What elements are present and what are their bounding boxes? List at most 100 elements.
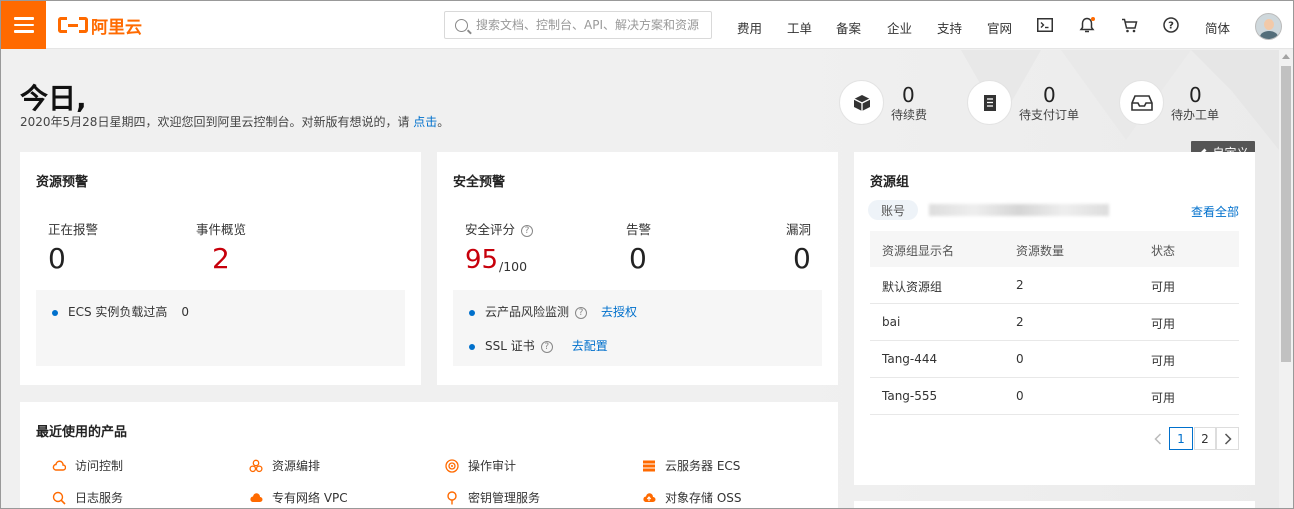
stat-renewal[interactable]: 0 待续费 — [839, 80, 939, 126]
scroll-up-arrow-icon[interactable] — [1282, 54, 1290, 59]
audit-icon — [445, 458, 459, 473]
next-card-edge — [854, 501, 1255, 508]
stat-renewal-label: 待续费 — [891, 108, 928, 122]
vulnerability-value[interactable]: 0 — [793, 242, 811, 275]
hamburger-menu-button[interactable] — [1, 1, 46, 49]
bullet-dot — [469, 343, 475, 350]
resource-status: 可用 — [1151, 354, 1176, 368]
prev-page-icon[interactable] — [1149, 427, 1167, 450]
user-avatar[interactable] — [1255, 13, 1282, 40]
product-label: 日志服务 — [75, 491, 124, 505]
stat-unpaid-orders[interactable]: 0 待支付订单 — [967, 80, 1087, 126]
account-id-redacted — [929, 204, 1109, 216]
scroll-thumb[interactable] — [1281, 66, 1291, 362]
server-icon — [642, 459, 656, 473]
resource-group-name[interactable]: bai — [882, 315, 900, 329]
resource-count: 2 — [1016, 315, 1024, 329]
risk-monitor-label: 云产品风险监测 — [485, 305, 570, 319]
question-icon[interactable]: ? — [521, 224, 534, 237]
stat-unpaid-orders-label: 待支付订单 — [1019, 108, 1080, 122]
language-switch[interactable]: 简体 — [1205, 18, 1230, 37]
security-alert-card: 安全预警 安全评分? 95 /100 告警 0 漏洞 0 云产品风险监测? 去授权… — [437, 152, 838, 385]
event-value[interactable]: 2 — [212, 242, 230, 275]
resource-group-name[interactable]: 默认资源组 — [882, 278, 942, 295]
product-label: 资源编排 — [272, 459, 321, 473]
table-row: 默认资源组 2 可用 — [870, 267, 1239, 304]
product-label: 专有网络 VPC — [272, 491, 348, 505]
aliyun-logo[interactable]: 阿里云 — [58, 13, 142, 38]
box-icon — [839, 80, 884, 125]
terminal-icon[interactable] — [1036, 16, 1054, 34]
page-button-1[interactable]: 1 — [1169, 427, 1193, 450]
resource-count: 2 — [1016, 278, 1024, 292]
product-ram[interactable]: 访问控制 — [52, 457, 123, 474]
page-scrollbar[interactable] — [1279, 50, 1293, 508]
help-icon[interactable]: ? — [1162, 16, 1180, 34]
nav-official-site[interactable]: 官网 — [987, 18, 1012, 37]
product-oss[interactable]: 对象存储 OSS — [642, 489, 742, 506]
stat-renewal-value: 0 — [902, 83, 915, 107]
column-header-status: 状态 — [1151, 244, 1176, 258]
bell-icon[interactable] — [1078, 16, 1096, 34]
question-icon[interactable]: ? — [540, 340, 553, 353]
console-window: 阿里云 费用 工单 备案 企业 支持 官网 ? 简体 — [0, 0, 1294, 509]
vulnerability-label: 漏洞 — [786, 222, 812, 237]
product-ecs[interactable]: 云服务器 ECS — [642, 457, 740, 474]
ssl-cert-label: SSL 证书 — [485, 339, 535, 353]
product-actiontrail[interactable]: 操作审计 — [445, 457, 516, 474]
security-alarm-value[interactable]: 0 — [629, 242, 647, 275]
nav-tickets[interactable]: 工单 — [787, 18, 812, 37]
logo-text: 阿里云 — [91, 17, 142, 38]
event-label: 事件概览 — [196, 222, 247, 237]
resource-status: 可用 — [1151, 391, 1176, 405]
product-ros[interactable]: 资源编排 — [249, 457, 320, 474]
product-label: 操作审计 — [468, 459, 517, 473]
stat-unpaid-orders-value: 0 — [1043, 83, 1056, 107]
svg-text:?: ? — [1168, 21, 1174, 32]
view-all-link[interactable]: 查看全部 — [1191, 203, 1239, 220]
product-kms[interactable]: 密钥管理服务 — [445, 489, 540, 506]
column-header-name: 资源组显示名 — [882, 244, 955, 258]
subtitle-suffix: 。 — [437, 115, 450, 129]
authorize-link[interactable]: 去授权 — [601, 305, 637, 319]
next-page-icon[interactable] — [1216, 427, 1239, 450]
stat-pending-tickets[interactable]: 0 待办工单 — [1119, 80, 1229, 126]
nav-icp[interactable]: 备案 — [836, 18, 861, 37]
security-score-text: 安全评分 — [465, 222, 516, 237]
resource-group-name[interactable]: Tang-444 — [882, 352, 937, 366]
product-sls[interactable]: 日志服务 — [52, 489, 123, 506]
question-icon[interactable]: ? — [575, 306, 588, 319]
product-vpc[interactable]: 专有网络 VPC — [249, 489, 348, 506]
feedback-link[interactable]: 点击 — [413, 115, 437, 129]
key-icon — [445, 490, 459, 505]
nav-billing[interactable]: 费用 — [737, 18, 762, 37]
resource-group-name[interactable]: Tang-555 — [882, 389, 937, 403]
search-box[interactable] — [444, 11, 712, 39]
ecs-load-row[interactable]: ECS 实例负载过高 0 — [52, 303, 189, 320]
alarm-value[interactable]: 0 — [48, 242, 66, 275]
resource-alert-title: 资源预警 — [36, 175, 89, 190]
nav-enterprise[interactable]: 企业 — [887, 18, 912, 37]
resource-status: 可用 — [1151, 317, 1176, 331]
cloud-icon — [52, 459, 67, 473]
page-button-2[interactable]: 2 — [1194, 427, 1216, 450]
product-label: 对象存储 OSS — [665, 491, 742, 505]
risk-monitor-row: 云产品风险监测? 去授权 — [469, 303, 637, 320]
table-row: bai 2 可用 — [870, 304, 1239, 341]
nav-support[interactable]: 支持 — [937, 18, 962, 37]
ecs-load-label: ECS 实例负载过高 — [68, 305, 168, 319]
aliyun-logo-icon — [58, 17, 88, 33]
stat-pending-tickets-value: 0 — [1189, 83, 1202, 107]
configure-link[interactable]: 去配置 — [572, 339, 608, 353]
security-score-value[interactable]: 95 — [465, 245, 498, 275]
search-input[interactable] — [476, 18, 706, 32]
security-alarm-label: 告警 — [626, 222, 652, 237]
top-bar: 阿里云 费用 工单 备案 企业 支持 官网 ? 简体 — [1, 1, 1293, 49]
product-label: 密钥管理服务 — [468, 491, 541, 505]
stat-pending-tickets-label: 待办工单 — [1171, 108, 1220, 122]
alarm-label: 正在报警 — [48, 222, 99, 237]
nodes-icon — [249, 459, 263, 473]
order-icon — [967, 80, 1012, 125]
bullet-dot — [52, 309, 58, 316]
cart-icon[interactable] — [1120, 16, 1138, 34]
